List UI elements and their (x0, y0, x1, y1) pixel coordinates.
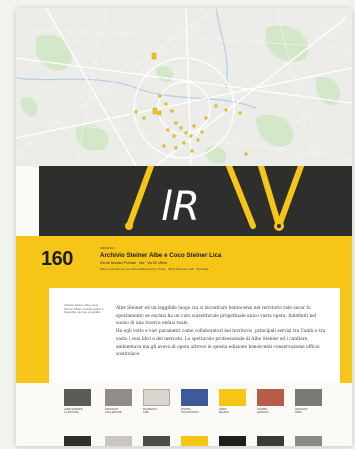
panel-frame-left (16, 288, 39, 383)
gallery-thumb[interactable] (181, 436, 208, 446)
hero-banner: lR (39, 166, 352, 236)
gallery-thumb[interactable] (181, 389, 208, 406)
gallery-thumb[interactable] (257, 389, 284, 406)
body-text: Albe Steiner ed un leggibile luogo cui s… (116, 305, 328, 359)
gallery-caption: ALBE STEINER LA MOSTRA (64, 408, 83, 414)
body-paragraph-2: Ha egli volto e vari parametri come coll… (116, 329, 326, 358)
logo-text: lR (161, 184, 200, 230)
gallery-thumb[interactable] (219, 436, 246, 446)
entry-number: 160 (41, 248, 73, 270)
gallery-caption: ARCHIVIO LIBRI (295, 408, 308, 414)
entry-kicker: ARCHIVIO (100, 246, 115, 250)
banner-margin (16, 166, 39, 236)
gallery-thumb[interactable] (64, 389, 91, 406)
gallery-thumb[interactable] (105, 389, 132, 406)
entry-meta-address: Via dei Beatrice Portinari · Ilbe · Via … (100, 261, 168, 265)
gallery-thumb[interactable] (257, 436, 284, 446)
gallery-thumb[interactable] (295, 436, 322, 446)
entry-title: Archivio Steiner Albe e Coco Steiner Lic… (100, 252, 222, 259)
entry-meta-credits: Albe e Lica Steiner con Alba Maffei Fran… (100, 267, 209, 271)
page-sheet: · · · · · · · · · · · · · · · · · · · · … (16, 8, 352, 446)
gallery-thumb[interactable] (219, 389, 246, 406)
side-caption: Archivio Steiner Albe e Lica Steiner, Mi… (64, 303, 104, 315)
svg-text:· · ·: · · · (184, 17, 189, 21)
map[interactable]: · · · · · · · · · · · · · · · · · · · · … (16, 8, 352, 166)
gallery-thumb[interactable] (105, 436, 132, 446)
svg-text:· · ·: · · · (76, 45, 81, 49)
body-paragraph-1: Albe Steiner ed un leggibile luogo cui s… (116, 306, 317, 327)
gallery-thumb[interactable] (64, 436, 91, 446)
map-canvas: · · · · · · · · · · · · · · · · · · · · … (16, 8, 352, 166)
logo-graphic: lR (39, 166, 352, 236)
gallery-thumb[interactable] (295, 389, 322, 406)
gallery-caption: STAMPA GRAFICA (257, 408, 269, 414)
gallery-caption: MANIFESTI 1960 (143, 408, 157, 414)
svg-text:· · ·: · · · (296, 125, 301, 129)
svg-text:· · ·: · · · (116, 80, 121, 84)
gallery-caption: RIVISTA POLITECNICO (181, 408, 199, 414)
gallery-caption: LIBRO MILANO (219, 408, 229, 414)
svg-text:· · ·: · · · (266, 65, 271, 69)
info-bar-left (16, 236, 39, 288)
svg-text:· · ·: · · · (56, 105, 61, 109)
info-bar (39, 236, 352, 288)
gallery-caption: PROGETTI COLLEZIONE (105, 408, 122, 414)
gallery-thumb[interactable] (143, 436, 170, 446)
svg-text:· · ·: · · · (221, 155, 226, 159)
gallery-thumb[interactable] (143, 389, 170, 406)
